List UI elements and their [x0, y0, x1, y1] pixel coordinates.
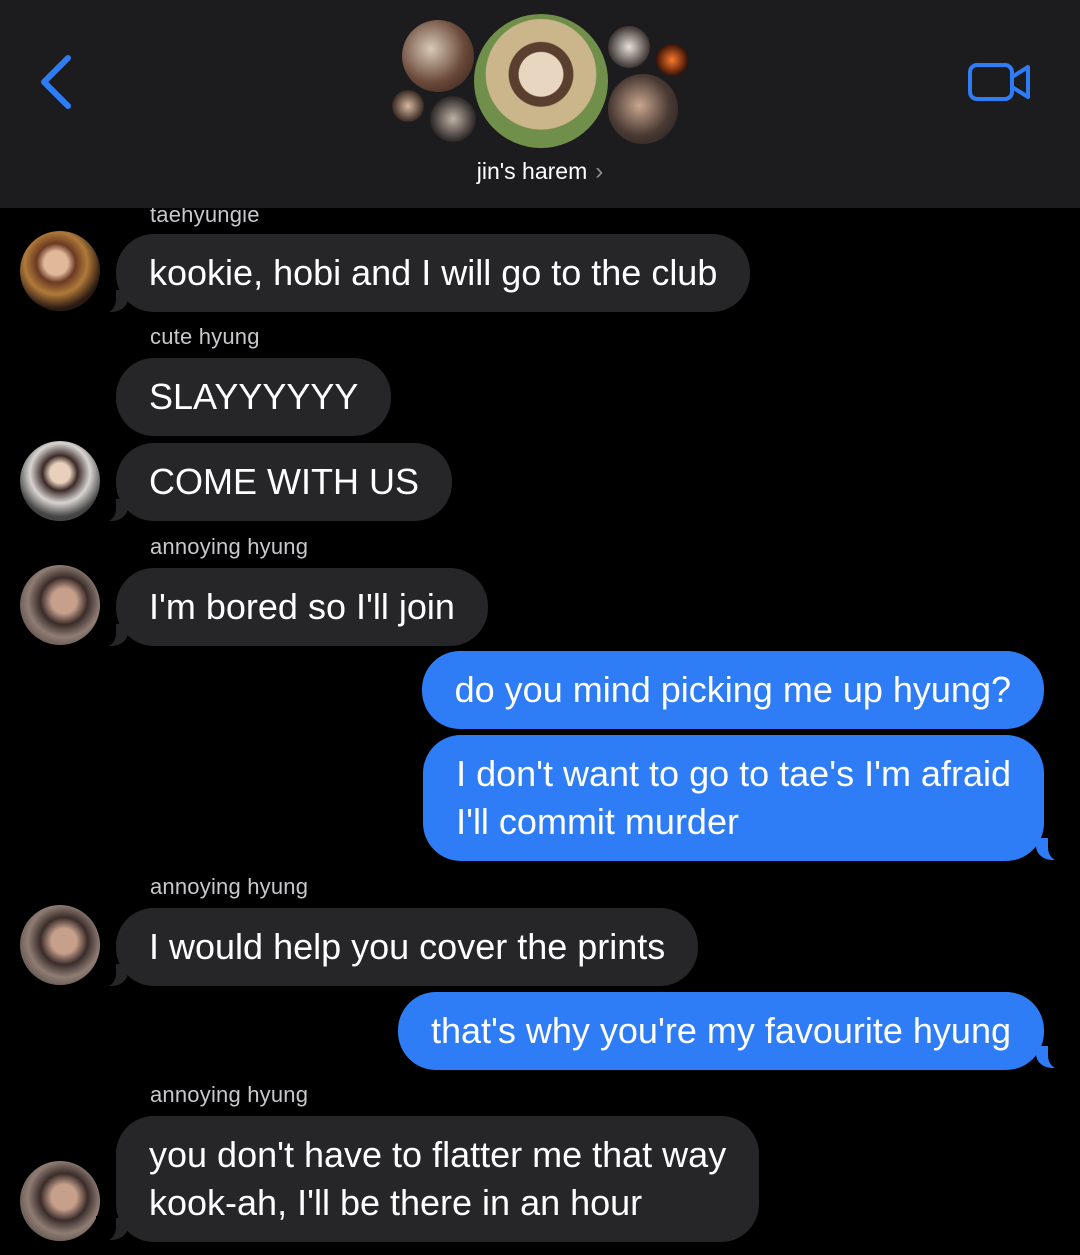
group-member-avatar	[608, 74, 678, 144]
group-main-avatar	[474, 14, 608, 148]
back-chevron-icon[interactable]	[34, 52, 84, 112]
group-avatar-cluster[interactable]	[388, 12, 698, 162]
incoming-message[interactable]: you don't have to flatter me that way ko…	[116, 1116, 760, 1242]
sender-name: annoying hyung	[150, 534, 309, 559]
incoming-message[interactable]: SLAYYYYYY	[116, 358, 392, 436]
incoming-message[interactable]: COME WITH US	[116, 443, 452, 521]
bubble-tail	[1036, 1044, 1068, 1070]
bubble-tail	[96, 962, 128, 988]
message-line: you don't have to flatter me that way	[149, 1134, 727, 1175]
bubble-tail	[96, 1216, 128, 1242]
sender-name: taehyungie	[150, 208, 260, 227]
group-member-avatar	[392, 90, 424, 122]
message-thread[interactable]: taehyungie kookie, hobi and I will go to…	[0, 208, 1080, 1255]
incoming-message[interactable]: I'm bored so I'll join	[116, 568, 488, 646]
video-call-icon[interactable]	[966, 58, 1034, 106]
bubble-tail	[96, 288, 128, 314]
group-member-avatar	[656, 44, 688, 76]
group-name-label: jin's harem	[476, 158, 588, 184]
sender-name: annoying hyung	[150, 1082, 309, 1107]
group-member-avatar	[430, 96, 476, 142]
message-line: kook-ah, I'll be there in an hour	[149, 1182, 643, 1223]
chevron-right-icon: ›	[595, 158, 604, 185]
outgoing-message[interactable]: do you mind picking me up hyung?	[421, 651, 1044, 729]
bubble-tail	[1036, 836, 1068, 862]
group-member-avatar	[402, 20, 474, 92]
message-line: I'll commit murder	[456, 801, 739, 842]
sender-avatar[interactable]	[20, 1161, 100, 1241]
sender-avatar[interactable]	[20, 441, 100, 521]
sender-avatar[interactable]	[20, 905, 100, 985]
conversation-header: jin's harem ›	[0, 0, 1080, 208]
outgoing-message[interactable]: I don't want to go to tae's I'm afraid I…	[423, 735, 1044, 861]
incoming-message[interactable]: kookie, hobi and I will go to the club	[116, 234, 751, 312]
message-line: I don't want to go to tae's I'm afraid	[456, 753, 1011, 794]
bubble-tail	[96, 622, 128, 648]
outgoing-message[interactable]: that's why you're my favourite hyung	[397, 992, 1044, 1070]
sender-name: annoying hyung	[150, 874, 309, 899]
group-name-button[interactable]: jin's harem ›	[0, 158, 1080, 186]
incoming-message[interactable]: I would help you cover the prints	[116, 908, 699, 986]
sender-name: cute hyung	[150, 324, 260, 349]
group-member-avatar	[608, 26, 650, 68]
bubble-tail	[96, 497, 128, 523]
sender-avatar[interactable]	[20, 565, 100, 645]
sender-avatar[interactable]	[20, 231, 100, 311]
